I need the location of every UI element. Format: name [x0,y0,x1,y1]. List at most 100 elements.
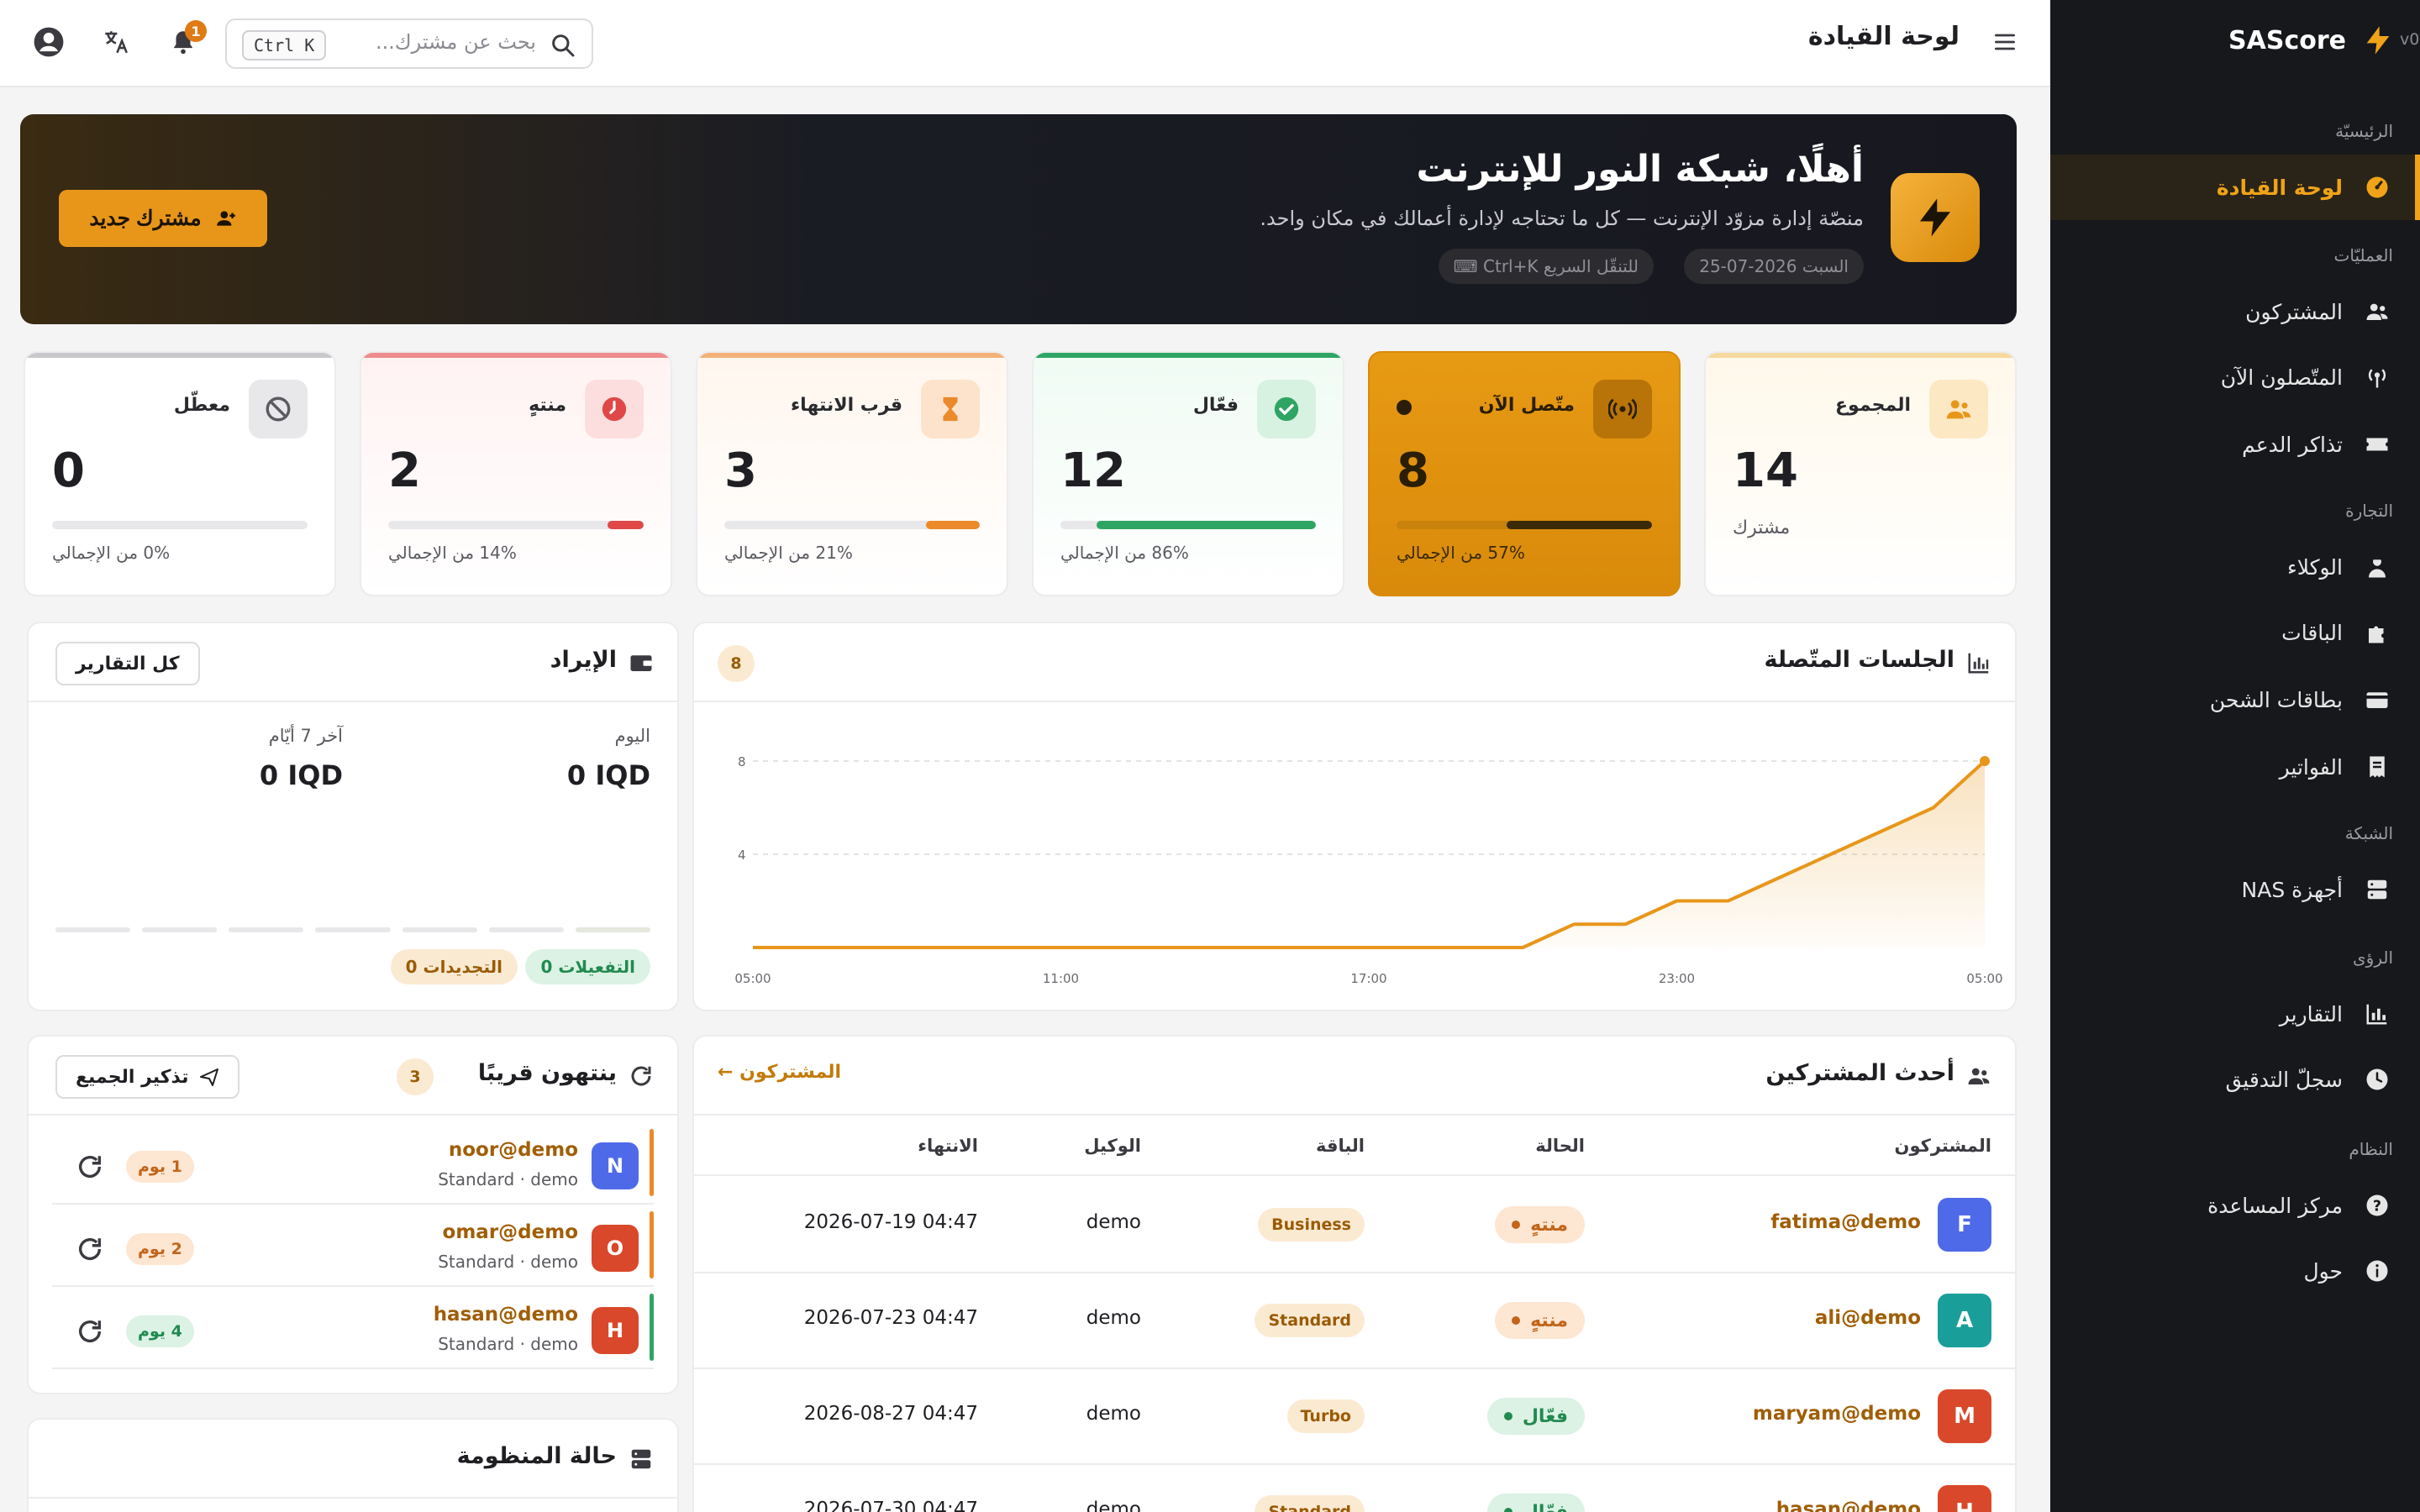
status-dot [1503,1508,1512,1512]
list-item[interactable]: Oomar@demo Standard · demo 2 يوم [52,1205,654,1287]
bell-icon[interactable]: 1 [165,20,207,60]
remind-all-button[interactable]: تذكير الجميع [55,1055,239,1099]
new-subscriber-button[interactable]: مشترك جديد [59,190,267,247]
sidebar-item-agents[interactable]: الوكلاء [2050,534,2420,600]
help-icon: ? [2363,1191,2391,1220]
urgency-edge [650,1129,654,1196]
subscriber-username[interactable]: noor@demo [449,1139,578,1161]
stat-total[interactable]: المجموع 14 مشترك [1704,351,2017,596]
days-left-badge: 4 يوم [126,1315,194,1347]
table-header: المشتركون الحالة الباقة الوكيل الانتهاء [694,1117,2015,1176]
subscribers-link[interactable]: المشتركون ← [718,1062,841,1083]
info-icon [2363,1257,2391,1285]
avatar: N [592,1142,639,1189]
stat-active[interactable]: فعّال 12 86% من الإجمالي [1032,351,1344,596]
sidebar-item-online[interactable]: المتّصلون الآن [2050,344,2420,410]
subscriber-username[interactable]: fatima@demo [1770,1211,1921,1233]
expiring-panel: ينتهون قريبًا 3 تذكير الجميع Nnoor@demo S… [27,1035,679,1394]
renew-icon[interactable] [76,1317,104,1346]
stat-value: 12 [1060,444,1126,498]
subscriber-username[interactable]: maryam@demo [1753,1403,1921,1425]
series-endpoint [1980,756,1990,766]
latest-subscribers-panel: أحدث المشتركين المشتركون ← المشتركون الح… [692,1035,2017,1512]
table-row[interactable]: Mmaryam@demo فعّال Turbo demo 2026-08-27 04:… [694,1369,2015,1465]
expiry-cell: 2026-08-27 04:47 [803,1403,978,1425]
status-label: فعّال [1522,1405,1568,1427]
sidebar-item-reports[interactable]: التقارير [2050,981,2420,1047]
column-header[interactable]: الباقة [1316,1136,1365,1156]
stat-percent: 57% من الإجمالي [1397,543,1525,563]
avatar: A [1938,1294,1991,1347]
stat-label: قرب الانتهاء [790,395,902,416]
subscriber-meta: Standard · demo [438,1252,578,1272]
send-icon [199,1067,219,1087]
stat-progress [388,521,644,529]
column-header[interactable]: الانتهاء [918,1136,978,1156]
stat-label: المجموع [1835,395,1911,416]
mini-bar [315,927,391,932]
sidebar-item-cards[interactable]: بطاقات الشحن [2050,667,2420,732]
subscriber-username[interactable]: hasan@demo [434,1304,578,1326]
table-row[interactable]: Ffatima@demo منتهٍ Business demo 2026-07-19 … [694,1178,2015,1273]
x-tick-label: 05:00 [1966,971,2002,986]
brand[interactable]: SAScore [2228,22,2395,59]
search-placeholder: بحث عن مشترك... [375,30,536,54]
list-item[interactable]: Hhasan@demo Standard · demo 4 يوم [52,1287,654,1369]
sidebar-item-about[interactable]: حول [2050,1238,2420,1304]
table-row[interactable]: Aali@demo منتهٍ Standard demo 2026-07-23 04:… [694,1273,2015,1369]
sidebar-item-packages[interactable]: الباقات [2050,600,2420,665]
user-avatar-icon[interactable] [30,24,67,60]
status-dot [1512,1316,1521,1325]
sidebar-item-invoices[interactable]: الفواتير [2050,734,2420,800]
all-reports-button[interactable]: كل التقارير [55,642,200,685]
subscriber-meta: Standard · demo [438,1334,578,1354]
stat-value: 2 [388,444,421,498]
renew-icon[interactable] [76,1235,104,1263]
hourglass-icon [921,380,980,438]
stat-value: 3 [724,444,757,498]
count-badge: 3 [397,1058,434,1095]
status-label: منتهٍ [1530,1214,1568,1236]
table-row[interactable]: Hhasan@demo فعّال Standard demo 2026-07-30 0… [694,1465,2015,1512]
list-item[interactable]: Nnoor@demo Standard · demo 1 يوم [52,1122,654,1205]
stat-expiring[interactable]: قرب الانتهاء 3 21% من الإجمالي [696,351,1008,596]
sidebar-item-label: لوحة القيادة [2216,175,2343,200]
stat-percent: 14% من الإجمالي [388,543,517,563]
sidebar-item-label: التقارير [2279,1001,2343,1026]
stat-percent: 21% من الإجمالي [724,543,853,563]
sidebar-item-audit[interactable]: سجلّ التدقيق [2050,1047,2420,1112]
svg-text:?: ? [2373,1198,2381,1215]
subscriber-username[interactable]: hasan@demo [1776,1499,1921,1512]
users-icon [1929,380,1988,438]
y-tick-label: 8 [738,754,746,769]
renewals-pill: التجديدات 0 [390,949,518,984]
column-header[interactable]: الوكيل [1084,1136,1141,1156]
status-badge: منتهٍ [1495,1302,1585,1339]
sidebar-item-subscribers[interactable]: المشتركون [2050,279,2420,344]
search-input[interactable]: بحث عن مشترك... Ctrl K [225,18,593,69]
receipt-icon [2363,753,2391,781]
stat-expired[interactable]: منتهٍ 2 14% من الإجمالي [360,351,672,596]
sidebar-item-help[interactable]: ? مركز المساعدة [2050,1173,2420,1238]
week-value: 0 IQD [259,759,343,791]
sessions-chart: 4 8 05:00 11:00 17:00 23:00 05:00 [734,754,2002,986]
subscriber-username[interactable]: ali@demo [1815,1307,1921,1329]
sidebar-item-tickets[interactable]: تذاكر الدعم [2050,412,2420,477]
add-user-icon [215,207,237,229]
revenue-panel: الإيراد كل التقارير اليوم 0 IQD آخر 7 أي… [27,622,679,1011]
sidebar-item-nas[interactable]: أجهزة NAS [2050,857,2420,922]
stat-online[interactable]: متّصل الآن 8 57% من الإجمالي [1368,351,1681,596]
column-header[interactable]: الحالة [1535,1136,1585,1156]
wallet-icon [2363,685,2391,714]
mini-bar [142,927,218,932]
hamburger-icon[interactable] [1991,29,2018,55]
stat-disabled[interactable]: معطّل 0 0% من الإجمالي [24,351,336,596]
column-header[interactable]: المشتركون [1895,1136,1991,1156]
stat-value: 0 [52,444,85,498]
x-tick-label: 11:00 [1043,971,1079,986]
translate-icon[interactable] [97,24,134,60]
renew-icon[interactable] [76,1152,104,1181]
subscriber-username[interactable]: omar@demo [443,1221,578,1243]
check-icon [1257,380,1316,438]
sidebar-item-dashboard[interactable]: لوحة القيادة [2050,155,2420,220]
